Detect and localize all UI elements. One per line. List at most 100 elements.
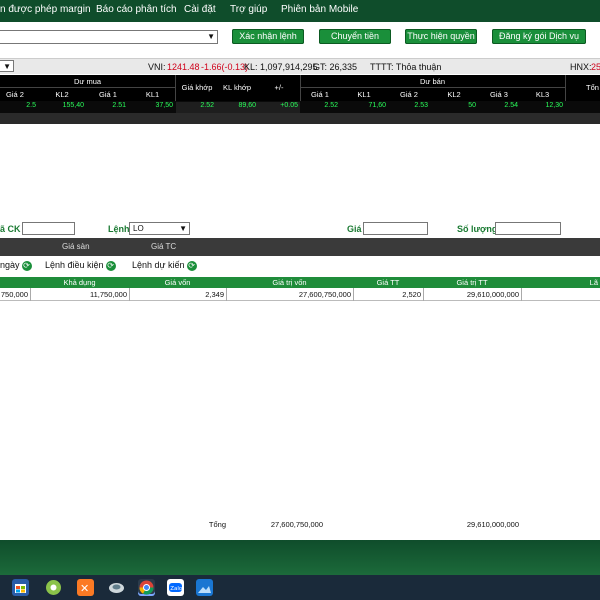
col-buy-price2: Giá 2 — [6, 90, 24, 99]
order-form: ã CK Lệnh LO ▼ Giá Số lượng — [0, 220, 600, 238]
windows-taskbar: ✕ Zalo — [0, 575, 600, 600]
buy-group-header: Dư mua — [73, 77, 102, 86]
network-icon[interactable] — [108, 579, 125, 596]
vni-change: -1.66(-0.13) — [201, 62, 249, 72]
col-sell-price2: Giá 2 — [400, 90, 418, 99]
vni-volume: KL: 1,097,914,295 — [244, 62, 318, 72]
nav-item-margin-stocks[interactable]: n được phép margin — [0, 4, 91, 15]
buy-vol1-value: 37,50 — [155, 102, 173, 109]
col-buy-price1: Giá 1 — [99, 90, 117, 99]
footer-spacer — [0, 532, 600, 540]
cost-value-value: 27,600,750,000 — [298, 290, 351, 299]
symbol-input[interactable] — [22, 222, 75, 235]
tab-planned-orders-label: Lệnh dự kiến — [132, 260, 185, 270]
order-type-select[interactable]: LO ▼ — [129, 222, 190, 235]
refresh-icon[interactable]: ⟳ — [105, 260, 116, 271]
market-price-value: 2,520 — [402, 290, 421, 299]
col-sell-vol3: KL3 — [535, 90, 550, 99]
cost-price-value: 2,349 — [205, 290, 224, 299]
confirm-order-button[interactable]: Xác nhận lệnh — [232, 29, 304, 44]
nav-item-mobile-version[interactable]: Phiên bản Mobile — [281, 4, 358, 15]
quantity-label: Số lượng — [457, 224, 498, 234]
quantity-input[interactable] — [495, 222, 561, 235]
order-tabs: ngày ⟳ Lệnh điều kiện ⟳ Lệnh dự kiến ⟳ — [0, 258, 600, 274]
nav-item-settings[interactable]: Cài đặt — [184, 4, 216, 15]
available-qty-value: 11,750,000 — [90, 290, 127, 299]
register-service-button[interactable]: Đăng ký gói Dịch vụ — [492, 29, 586, 44]
exercise-rights-button[interactable]: Thực hiện quyền — [405, 29, 477, 44]
board-row[interactable]: 2.5 155,40 2.51 37,50 2.52 89,60 +0.05 2… — [0, 101, 600, 113]
chevron-down-icon: ▼ — [207, 32, 215, 41]
floor-price-label: Giá sàn — [62, 242, 90, 251]
col-profit-loss: Lã — [589, 278, 598, 287]
tab-conditional-orders[interactable]: Lệnh điều kiện ⟳ — [45, 260, 116, 271]
vni-negotiated: TTTT: Thỏa thuận — [370, 62, 442, 72]
transfer-money-button[interactable]: Chuyển tiền — [319, 29, 391, 44]
zalo-icon[interactable]: Zalo — [167, 579, 184, 596]
col-sell-vol1: KL1 — [357, 90, 371, 99]
match-vol-value: 89,60 — [216, 102, 258, 113]
nav-item-help[interactable]: Trợ giúp — [230, 4, 267, 15]
refresh-icon[interactable]: ⟳ — [21, 260, 32, 271]
sell-price3-value: 2.54 — [504, 102, 518, 109]
refresh-icon[interactable]: ⟳ — [186, 260, 197, 271]
col-available: Khả dụng — [63, 278, 96, 287]
price-limits-strip: Giá sàn Giá TC — [0, 238, 600, 256]
col-cost-value: Giá trị vốn — [272, 278, 307, 287]
market-index-bar: ▼ VNI: 1241.48 -1.66(-0.13) KL: 1,097,91… — [0, 58, 600, 74]
chrome-icon[interactable] — [138, 579, 155, 596]
holding-qty-value: 750,000 — [0, 290, 28, 299]
buy-price2-value: 2.5 — [26, 102, 36, 109]
table-row[interactable]: 750,000 11,750,000 2,349 27,600,750,000 … — [0, 288, 600, 301]
sell-vol3-value: 12,30 — [545, 102, 563, 109]
col-cost-price: Giá vốn — [164, 278, 191, 287]
col-change: +/- — [274, 83, 284, 92]
sell-vol1-value: 71,60 — [368, 102, 386, 109]
order-type-label: Lệnh — [108, 224, 130, 234]
chevron-down-icon: ▼ — [179, 224, 187, 233]
tab-daily-orders[interactable]: ngày ⟳ — [0, 260, 32, 271]
top-navigation-bar: n được phép margin Báo cáo phân tích Cài… — [0, 0, 600, 22]
col-sell-price3: Giá 3 — [490, 90, 508, 99]
action-bar: ▼ Xác nhận lệnh Chuyển tiền Thực hiện qu… — [0, 22, 600, 56]
chevron-down-icon: ▼ — [3, 62, 11, 71]
nav-item-analysis-reports[interactable]: Báo cáo phân tích — [96, 4, 177, 15]
match-price-value: 2.52 — [176, 102, 216, 113]
vni-value: 1241.48 — [167, 62, 200, 72]
portfolio-table-header: Khả dụng Giá vốn Giá trị vốn Giá TT Giá … — [0, 277, 600, 288]
col-sell-price1: Giá 1 — [311, 90, 329, 99]
col-buy-vol2: KL2 — [55, 90, 69, 99]
change-value: +0.05 — [258, 102, 300, 113]
buy-price1-value: 2.51 — [112, 102, 126, 109]
col-market-price: Giá TT — [376, 278, 400, 287]
account-select[interactable]: ▼ — [0, 30, 218, 44]
col-market-value: Giá trị TT — [456, 278, 488, 287]
xampp-icon[interactable]: ✕ — [77, 579, 94, 596]
sell-price1-value: 2.52 — [324, 102, 338, 109]
market-value-value: 29,610,000,000 — [466, 290, 519, 299]
col-buy-vol1: KL1 — [145, 90, 160, 99]
order-type-value: LO — [133, 224, 144, 233]
svg-text:Zalo: Zalo — [170, 586, 183, 592]
sell-price2-value: 2.53 — [414, 102, 428, 109]
photos-icon[interactable] — [196, 579, 213, 596]
col-sell-vol2: KL2 — [447, 90, 461, 99]
page-footer — [0, 540, 600, 575]
price-input[interactable] — [363, 222, 428, 235]
price-label: Giá — [347, 224, 362, 234]
col-total: Tổn — [586, 83, 599, 92]
svg-text:✕: ✕ — [80, 582, 89, 595]
price-board: Dư mua Dư bán Giá 2 KL2 Giá 1 KL1 Giá kh… — [0, 75, 600, 124]
vni-label: VNI: — [148, 62, 166, 72]
windows-store-icon[interactable] — [12, 579, 29, 596]
chrome-old-icon[interactable] — [45, 579, 62, 596]
tab-planned-orders[interactable]: Lệnh dự kiến ⟳ — [132, 260, 197, 271]
col-match-vol: KL khớp — [223, 83, 251, 92]
total-market-value: 29,610,000,000 — [466, 520, 519, 529]
sell-vol2-value: 50 — [468, 102, 476, 109]
market-select[interactable]: ▼ — [0, 60, 14, 72]
col-holding — [0, 277, 30, 288]
reference-price-label: Giá TC — [151, 242, 177, 251]
total-cost-value: 27,600,750,000 — [270, 520, 323, 529]
tab-daily-orders-label: ngày — [0, 260, 20, 270]
